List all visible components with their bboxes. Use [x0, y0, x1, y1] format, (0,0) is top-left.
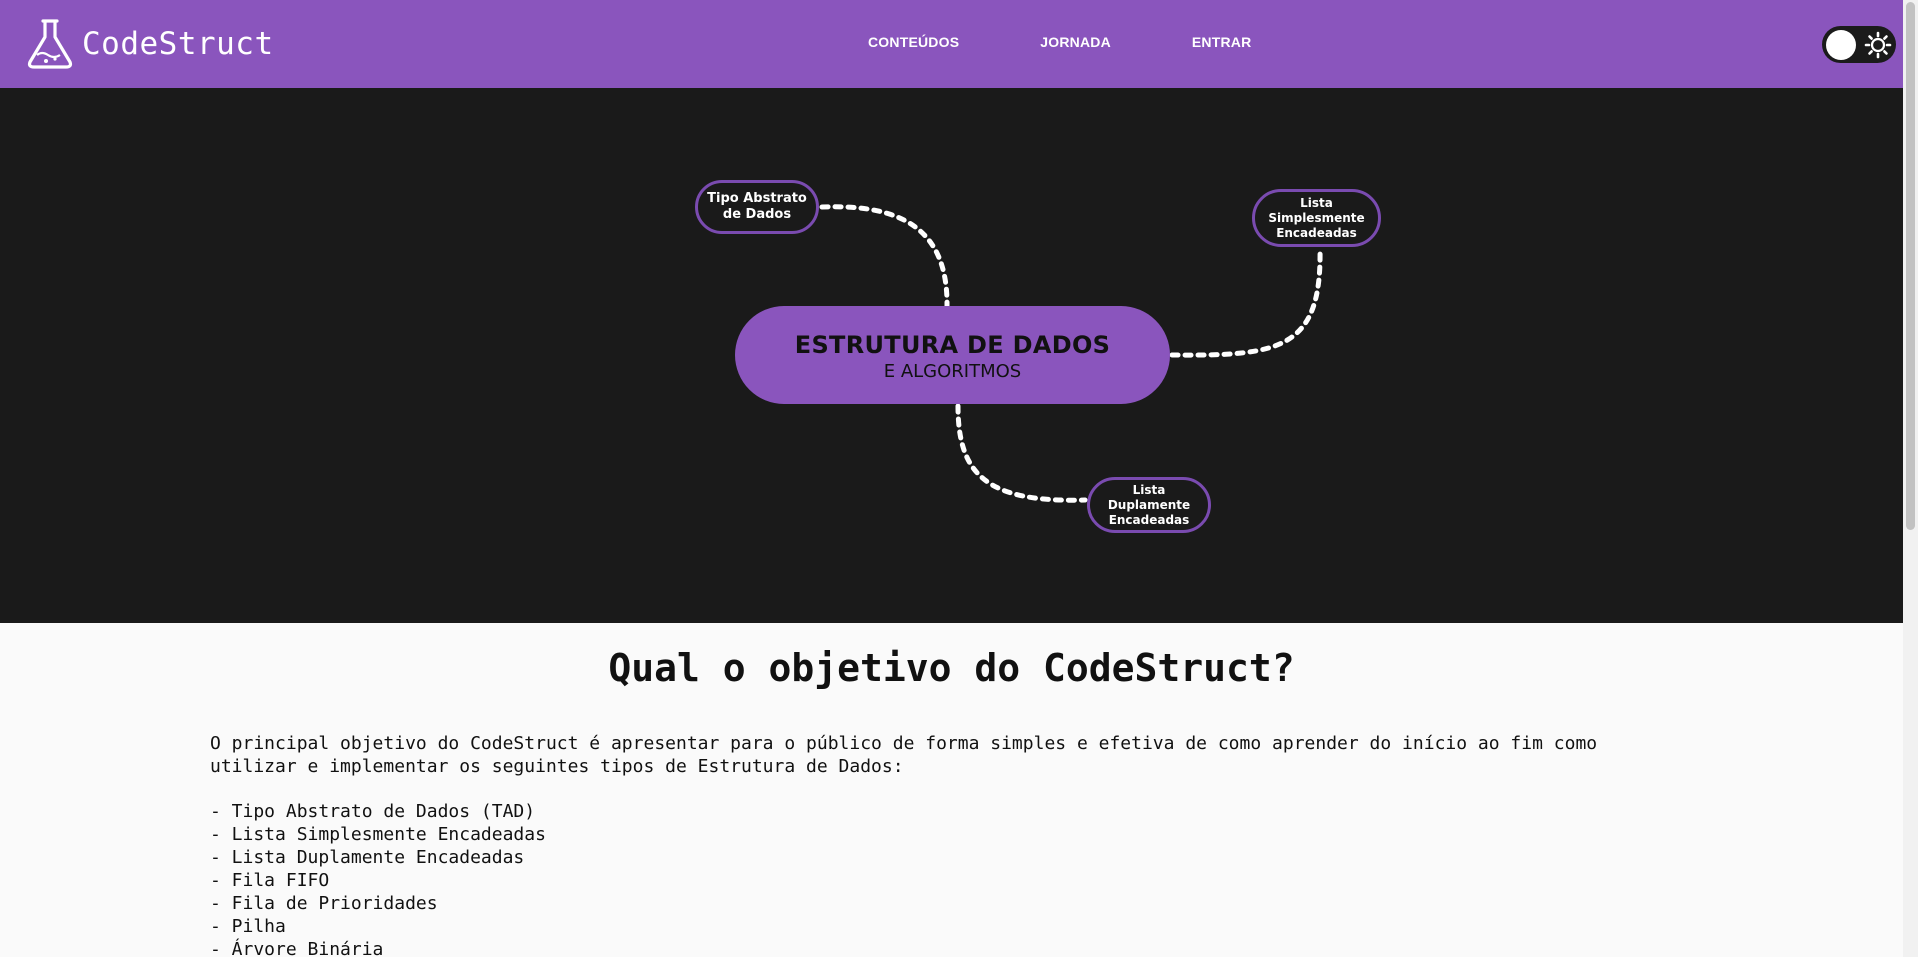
sun-icon — [1864, 31, 1892, 59]
brand-name: CodeStruct — [82, 26, 274, 62]
nav-link-jornada[interactable]: JORNADA — [1040, 34, 1111, 50]
topic-item: - Árvore Binária — [210, 939, 384, 957]
nav-link-entrar[interactable]: ENTRAR — [1192, 34, 1252, 50]
about-title: Qual o objetivo do CodeStruct? — [608, 646, 1295, 690]
topic-item: - Lista Duplamente Encadeadas — [210, 847, 525, 868]
connector-tad — [819, 204, 950, 309]
center-node-title: ESTRUTURA DE DADOS — [794, 331, 1111, 359]
mindmap-center-node: ESTRUTURA DE DADOS E ALGORITMOS — [735, 306, 1170, 404]
mindmap-node-lde[interactable]: Lista Duplamente Encadeadas — [1087, 477, 1211, 533]
toggle-knob — [1826, 30, 1856, 60]
topic-list: - Tipo Abstrato de Dados (TAD) - Lista S… — [210, 800, 546, 957]
about-section: Qual o objetivo do CodeStruct? O princip… — [0, 623, 1903, 957]
connector-lse — [1169, 245, 1323, 358]
node-label-tad: Tipo Abstrato de Dados — [707, 190, 807, 222]
brand-logo-link[interactable]: CodeStruct — [26, 18, 274, 70]
scrollbar-thumb[interactable] — [1906, 2, 1915, 530]
mindmap-node-lse[interactable]: Lista Simplesmente Encadeadas — [1252, 189, 1381, 247]
node-label-lde: Lista Duplamente Encadeadas — [1107, 482, 1191, 527]
top-navbar: CodeStruct CONTEÚDOS JORNADA ENTRAR — [0, 0, 1903, 88]
theme-toggle[interactable] — [1822, 26, 1896, 63]
topic-item: - Fila FIFO — [210, 870, 330, 891]
page-scrollbar[interactable] — [1903, 0, 1918, 957]
topic-item: - Fila de Prioridades — [210, 893, 438, 914]
flask-icon — [27, 19, 73, 69]
hero-mindmap: ESTRUTURA DE DADOS E ALGORITMOS Tipo Abs… — [0, 88, 1903, 623]
topic-item: - Lista Simplesmente Encadeadas — [210, 824, 546, 845]
node-label-lse: Lista Simplesmente Encadeadas — [1268, 195, 1365, 240]
nav-link-conteudos[interactable]: CONTEÚDOS — [868, 34, 959, 50]
center-node-subtitle: E ALGORITMOS — [883, 361, 1022, 382]
mindmap-node-tad[interactable]: Tipo Abstrato de Dados — [695, 180, 819, 234]
main-nav: CONTEÚDOS JORNADA ENTRAR — [868, 34, 1332, 50]
about-paragraph: O principal objetivo do CodeStruct é apr… — [210, 733, 1598, 777]
connector-lde — [955, 403, 1088, 503]
topic-item: - Tipo Abstrato de Dados (TAD) — [210, 801, 536, 822]
topic-item: - Pilha — [210, 916, 286, 937]
